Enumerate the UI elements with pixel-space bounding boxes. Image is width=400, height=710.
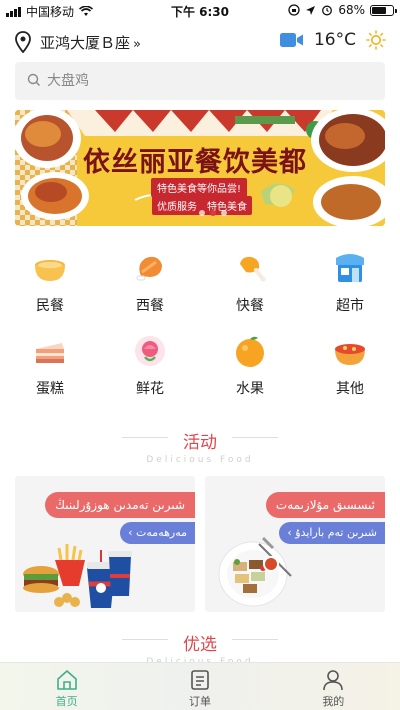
search-bar[interactable] (15, 62, 385, 100)
divider (232, 437, 278, 438)
store-icon (336, 254, 364, 282)
user-icon (323, 670, 344, 691)
cake-icon (36, 343, 64, 363)
tab-home[interactable]: 首页 (0, 663, 133, 710)
category-item[interactable]: 其他 (300, 333, 400, 398)
category-label: 其他 (336, 381, 364, 397)
order-list-icon (191, 670, 209, 690)
section-title: 活动 (183, 433, 217, 453)
pagination-dot[interactable] (199, 210, 205, 216)
food-bowl-icon (335, 344, 365, 365)
battery-percent: 68% (338, 3, 365, 17)
divider (122, 437, 168, 438)
search-icon (27, 73, 40, 86)
action-label: مەرھەمەت (136, 526, 187, 539)
drumstick-icon (240, 256, 266, 282)
location-selector[interactable]: 亚鸿大厦Ｂ座» (40, 32, 141, 53)
flower-icon (135, 336, 165, 366)
category-item[interactable]: 水果 (200, 333, 300, 398)
tab-orders[interactable]: 订单 (133, 663, 266, 710)
category-item[interactable]: 鲜花 (100, 333, 200, 398)
category-item[interactable]: 民餐 (0, 250, 100, 315)
status-bar: 中国移动 下午 6:30 68% (0, 0, 400, 22)
pagination-dot[interactable] (210, 210, 216, 216)
category-label: 民餐 (36, 298, 64, 314)
activity-section-header: 活动 Delicious Food (0, 428, 400, 465)
category-item[interactable]: 快餐 (200, 250, 300, 315)
pagination-dot[interactable] (221, 210, 227, 216)
activity-card[interactable]: ئىسسىق مۇلازىمەت ‹ شىرىن تەم بارايدۇ (205, 476, 385, 612)
orientation-lock-icon (288, 4, 300, 16)
sun-icon (366, 30, 386, 50)
location-arrow-icon (306, 5, 316, 15)
location-bar: 亚鸿大厦Ｂ座» 16°C (0, 28, 400, 56)
divider (232, 639, 278, 640)
category-label: 快餐 (236, 298, 264, 314)
activity-action-button[interactable]: ‹ شىرىن تەم بارايدۇ (279, 522, 385, 544)
category-item[interactable]: 蛋糕 (0, 333, 100, 398)
activity-action-button[interactable]: ‹ مەرھەمەت (120, 522, 195, 544)
orange-icon (236, 336, 264, 367)
temperature: 16°C (313, 30, 356, 50)
tab-label: 我的 (322, 695, 345, 708)
weather-widget: 16°C (279, 30, 386, 50)
video-camera-icon[interactable] (279, 32, 304, 48)
location-address: 亚鸿大厦Ｂ座 (40, 34, 131, 52)
category-item[interactable]: 超市 (300, 250, 400, 315)
battery-icon (370, 4, 397, 16)
alarm-icon (322, 5, 333, 16)
location-pin-icon (15, 31, 31, 53)
category-grid: 民餐 西餐 快餐 超市 蛋糕 鲜花 水果 其他 (0, 250, 400, 398)
tab-profile[interactable]: 我的 (267, 663, 400, 710)
activity-title: ئىسسىق مۇلازىمەت (265, 492, 385, 518)
section-title: 优选 (183, 635, 217, 655)
banner-pagination (199, 210, 227, 216)
banner-title: 依丝丽亚餐饮美都 (83, 147, 307, 178)
category-label: 水果 (236, 381, 264, 397)
banner-tag: 优质服务 (152, 196, 202, 215)
action-label: شىرىن تەم بارايدۇ (295, 526, 377, 539)
category-label: 鲜花 (136, 381, 164, 397)
promo-banner[interactable]: 依丝丽亚餐饮美都 特色美食等你品尝! 优质服务 特色美食 (15, 110, 385, 226)
home-icon (56, 670, 77, 690)
bottom-tab-bar: 首页 订单 我的 (0, 662, 400, 710)
location-arrow: » (133, 37, 141, 52)
search-input[interactable] (47, 62, 367, 100)
divider (122, 639, 168, 640)
section-subtitle: Delicious Food (146, 455, 254, 465)
soup-bowl-icon (35, 260, 65, 281)
category-item[interactable]: 西餐 (100, 250, 200, 315)
tab-label: 订单 (188, 695, 211, 708)
category-label: 蛋糕 (36, 381, 64, 397)
banner-subtitle: 特色美食等你品尝! (151, 178, 248, 197)
activity-card[interactable]: شىرىن تەمدىن ھوزۇرلىنىڭ ‹ مەرھەمەت (15, 476, 195, 612)
tab-label: 首页 (55, 695, 78, 708)
category-label: 西餐 (136, 298, 164, 314)
activity-title: شىرىن تەمدىن ھوزۇرلىنىڭ (45, 492, 195, 518)
chicken-leg-icon (136, 256, 162, 281)
category-label: 超市 (336, 298, 364, 314)
